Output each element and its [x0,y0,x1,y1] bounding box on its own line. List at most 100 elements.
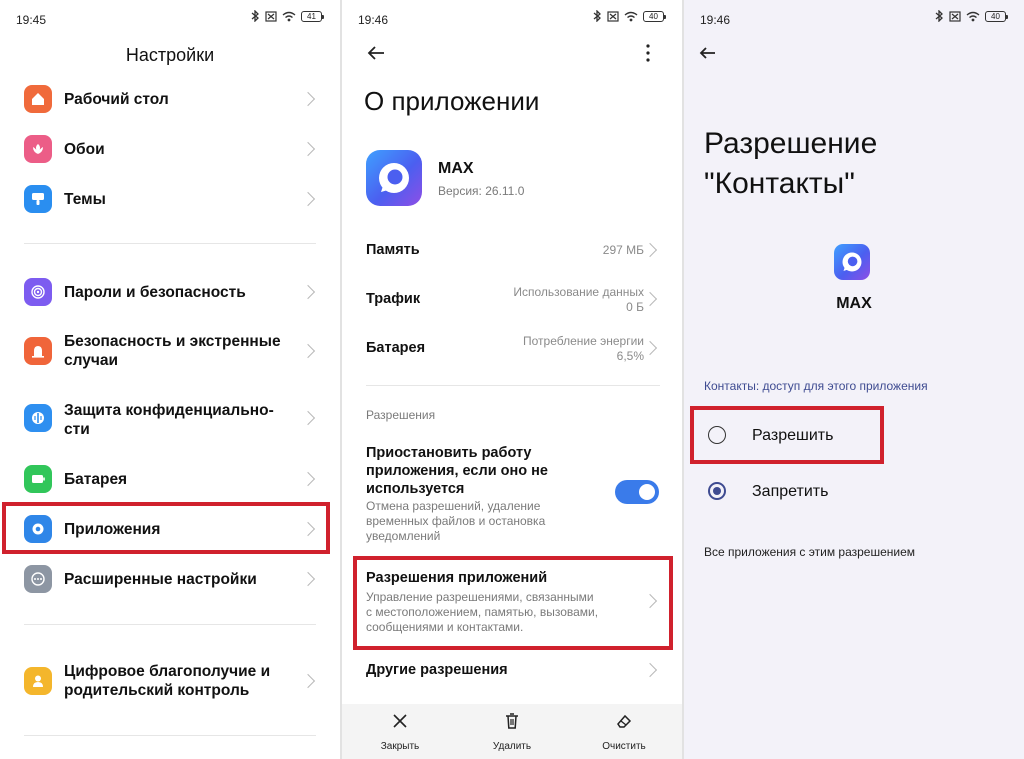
settings-item-label: Защита конфиденциально-сти [64,402,274,438]
pause-desc-line: Отмена разрешений, удаление [366,499,541,513]
chevron-right-icon [642,291,658,307]
battery-icon [24,465,52,493]
battery-indicator: 40 [985,10,1008,22]
settings-item-wallpaper[interactable]: Обои [0,134,340,164]
highlight-box [690,406,884,464]
divider [24,624,316,625]
status-bar: 19:46 40 [684,0,1024,38]
page-title: Настройки [125,45,215,65]
more-options-icon[interactable] [645,43,651,63]
delete-button[interactable]: Удалить [472,712,552,752]
row-label: Трафик [366,291,421,307]
bluetooth-icon [593,10,601,22]
deny-label: Запретить [752,483,829,500]
no-sim-icon [607,10,619,22]
bluetooth-icon [251,10,259,22]
status-icons: 41 [251,10,324,22]
trash-icon [506,713,518,729]
wifi-icon [624,11,638,21]
other-permissions-row[interactable]: Другие разрешения [342,656,682,686]
back-arrow-icon[interactable] [698,43,718,63]
person-icon [24,667,52,695]
pause-desc-line: уведомлений [366,529,441,543]
status-time: 19:46 [700,13,731,27]
traffic-row[interactable]: Трафик Использование данных 0 Б [342,281,682,319]
flower-icon [24,135,52,163]
memory-row[interactable]: Память 297 МБ [342,232,682,268]
settings-item-privacy[interactable]: Защита конфиденциально-сти [0,399,340,441]
chevron-right-icon [300,191,316,207]
close-button[interactable]: Закрыть [360,712,440,752]
status-bar: 19:45 41 [0,0,340,38]
status-icons: 40 [935,10,1008,22]
clear-label: Очистить [602,741,646,752]
chevron-right-icon [300,571,316,587]
dots-icon [24,565,52,593]
shield-icon [24,404,52,432]
pause-app-row[interactable]: Приостановить работу приложения, если он… [342,444,682,544]
pause-title: Приостановить работу приложения, если он… [366,444,586,498]
no-sim-icon [265,10,277,22]
app-version: Версия: 26.11.0 [438,184,525,198]
settings-item-label: Батарея [64,471,128,488]
divider [24,243,316,244]
pause-title-line: используется [366,481,465,497]
chevron-right-icon [300,284,316,300]
pause-title-line: приложения, если оно не [366,463,548,479]
eraser-icon [617,714,632,728]
wifi-icon [282,11,296,21]
settings-item-label: Расширенные настройки [64,571,257,588]
settings-item-label: Темы [64,191,106,208]
page-title-line: "Контакты" [704,167,855,200]
divider [24,735,316,736]
back-arrow-icon[interactable] [366,43,386,63]
close-label: Закрыть [380,741,420,752]
settings-item-label: Обои [64,141,105,158]
chevron-right-icon [642,662,658,678]
app-name: MAX [438,160,474,177]
wifi-icon [966,11,980,21]
pause-desc-line: временных файлов и остановка [366,514,546,528]
settings-item-wellbeing[interactable]: Цифровое благополучие и родительский кон… [0,660,340,702]
clear-button[interactable]: Очистить [584,712,664,752]
battery-indicator: 41 [301,10,324,22]
settings-item-battery[interactable]: Батарея [0,464,340,494]
settings-item-label: Цифровое благополучие и родительский кон… [64,663,271,699]
page-title: О приложении [364,86,540,116]
settings-item-emergency[interactable]: Безопасность и экстренные случаи [0,330,340,372]
pause-toggle[interactable] [615,480,659,504]
settings-item-label: Рабочий стол [64,91,169,108]
app-info-screen: 19:46 40 О приложении MAX Версия: 26.11.… [342,0,682,759]
deny-radio[interactable] [708,482,726,500]
deny-option[interactable]: Запретить [684,472,1024,512]
app-icon-max [366,150,422,206]
other-permissions-label: Другие разрешения [366,662,508,678]
row-value: 297 МБ [602,243,644,257]
fingerprint-icon [24,278,52,306]
highlight-box [2,502,330,554]
settings-item-themes[interactable]: Темы [0,184,340,214]
divider [366,385,660,386]
home-icon [24,85,52,113]
row-value: Потребление энергии 6,5% [523,334,644,364]
row-value-line: 6,5% [616,349,644,363]
pause-description: Отмена разрешений, удаление временных фа… [366,499,596,544]
settings-item-desktop[interactable]: Рабочий стол [0,84,340,114]
section-header: Разрешения [366,408,436,422]
row-label: Память [366,242,420,258]
settings-screen: 19:45 41 Настройки Рабочий стол Обои Тем… [0,0,340,759]
page-title-line: Разрешение [704,127,878,160]
battery-indicator: 40 [643,10,666,22]
chevron-right-icon [300,471,316,487]
chevron-right-icon [300,410,316,426]
status-time: 19:46 [358,13,389,27]
all-apps-link[interactable]: Все приложения с этим разрешением [704,545,915,559]
battery-row[interactable]: Батарея Потребление энергии 6,5% [342,330,682,368]
contacts-permission-screen: 19:46 40 Разрешение "Контакты" MAX Конта… [684,0,1024,759]
chevron-right-icon [300,673,316,689]
chevron-right-icon [300,91,316,107]
settings-item-label: Пароли и безопасность [64,284,246,301]
settings-item-passwords[interactable]: Пароли и безопасность [0,277,340,307]
bottom-action-bar: Закрыть Удалить Очистить [342,704,682,759]
settings-item-advanced[interactable]: Расширенные настройки [0,564,340,594]
